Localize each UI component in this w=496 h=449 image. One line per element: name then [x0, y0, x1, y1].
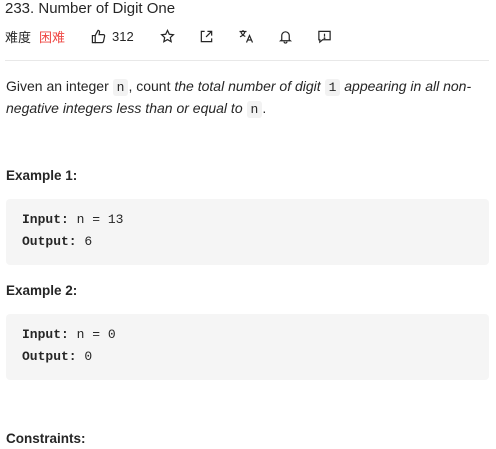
- output-label: Output:: [22, 234, 77, 249]
- input-label: Input:: [22, 327, 69, 342]
- problem-description: Given an integer n, count the total numb…: [6, 78, 472, 118]
- output-value: 0: [76, 349, 93, 364]
- favorite-button[interactable]: [159, 28, 175, 44]
- example-2-box: Input: n = 0 Output: 0: [6, 314, 489, 380]
- problem-page: 233. Number of Digit One 难度 困难 312 Given…: [0, 0, 496, 449]
- inline-code: 1: [324, 79, 341, 96]
- translate-icon: [239, 30, 253, 43]
- thumbs-up-icon: [91, 29, 106, 43]
- bell-icon: [278, 30, 292, 44]
- share-button[interactable]: [199, 29, 214, 44]
- example-1-title: Example 1:: [6, 168, 78, 183]
- notify-button[interactable]: [278, 29, 293, 44]
- constraints-heading: Constraints:: [6, 431, 86, 446]
- difficulty-badge: 困难: [39, 29, 66, 45]
- like-button[interactable]: 312: [91, 29, 134, 44]
- example-1-box: Input: n = 13 Output: 6: [6, 199, 489, 265]
- output-label: Output:: [22, 349, 77, 364]
- feedback-icon: [318, 30, 331, 43]
- feedback-button[interactable]: [317, 29, 332, 44]
- inline-code: n: [112, 79, 129, 96]
- example-2-title: Example 2:: [6, 283, 78, 298]
- input-value: n = 13: [68, 212, 124, 227]
- problem-title: 233. Number of Digit One: [5, 0, 176, 17]
- problem-meta-bar: 难度 困难 312: [5, 27, 356, 45]
- share-icon: [200, 30, 212, 42]
- inline-code: n: [246, 101, 263, 118]
- like-count: 312: [112, 28, 134, 44]
- header-divider: [5, 60, 489, 61]
- input-value: n = 0: [68, 327, 116, 342]
- output-value: 6: [76, 234, 93, 249]
- translate-button[interactable]: [238, 28, 254, 44]
- star-icon: [159, 28, 175, 43]
- input-label: Input:: [22, 212, 69, 227]
- difficulty-label: 难度: [5, 29, 32, 45]
